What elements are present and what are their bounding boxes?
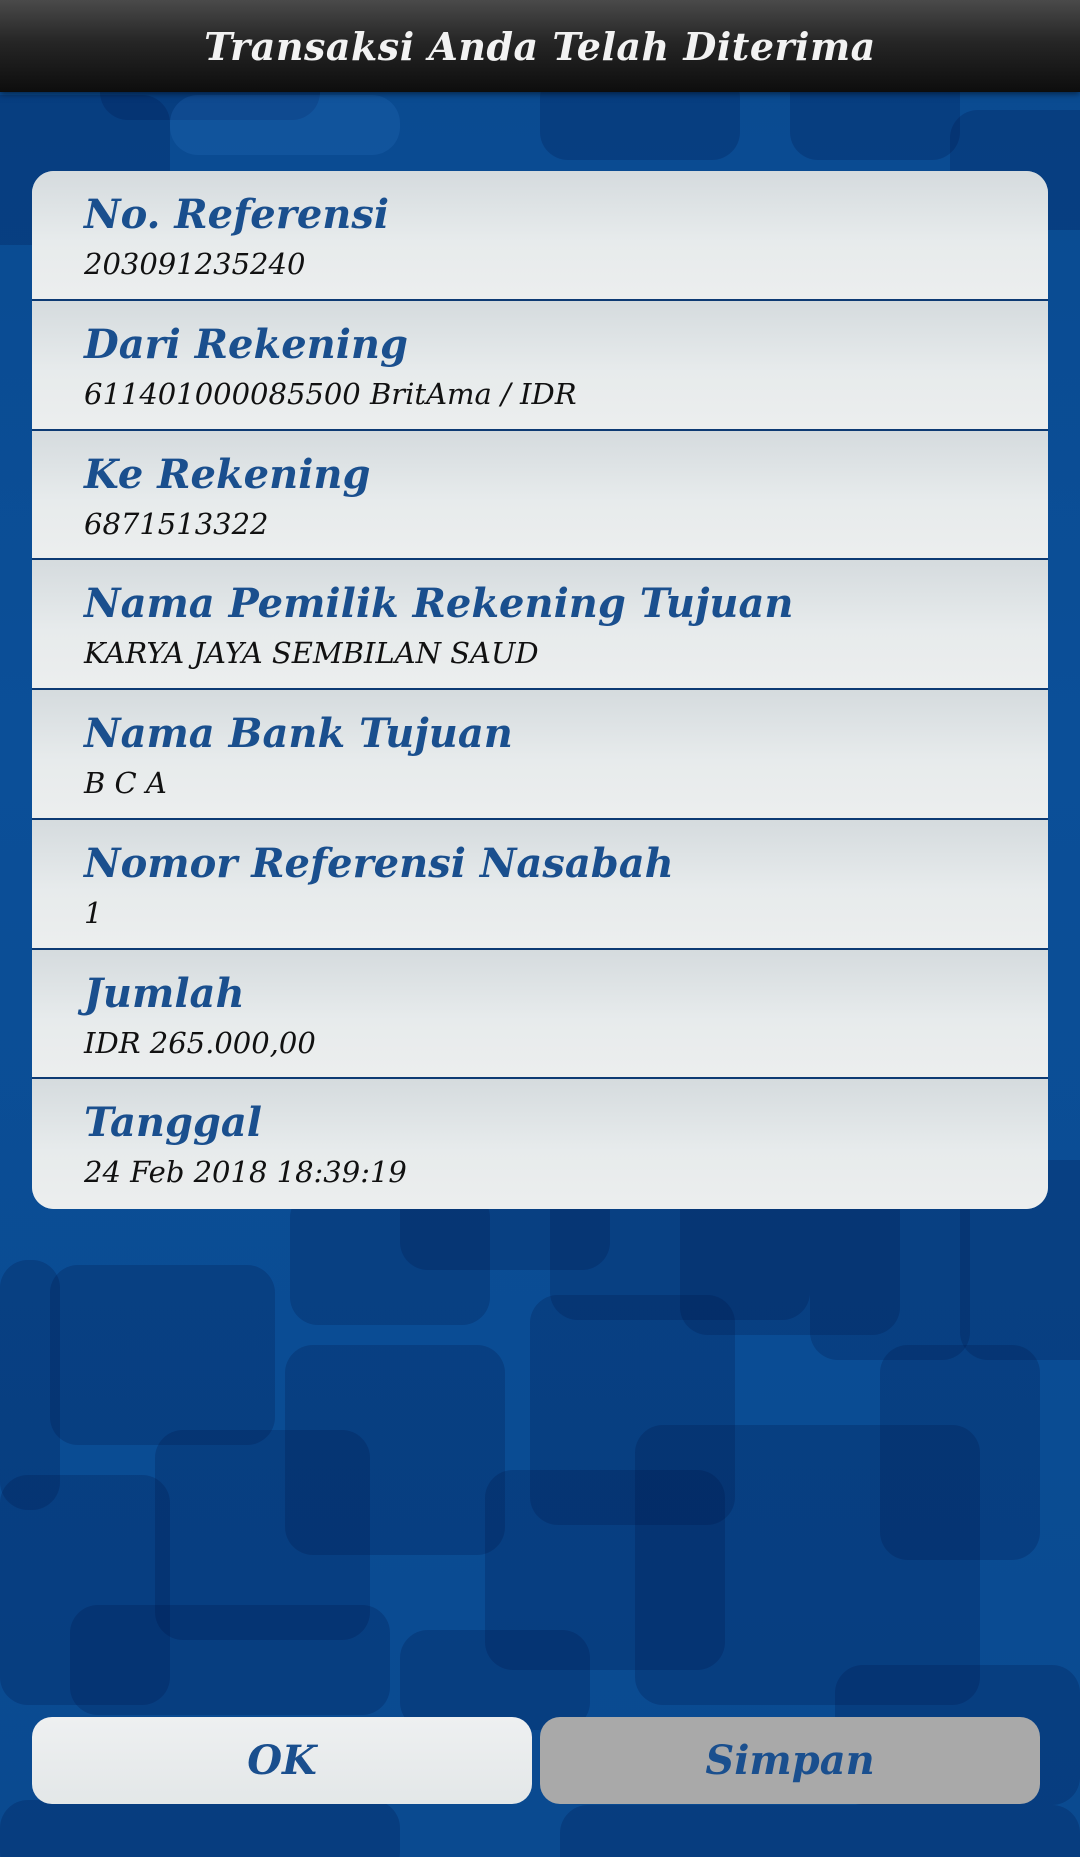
- detail-label: Dari Rekening: [84, 320, 408, 368]
- detail-label: Ke Rekening: [84, 450, 371, 498]
- save-button-label: Simpan: [705, 1737, 875, 1784]
- detail-row-date: Tanggal 24 Feb 2018 18:39:19: [32, 1079, 1048, 1209]
- detail-value: IDR 265.000,00: [84, 1025, 316, 1060]
- detail-label: Nomor Referensi Nasabah: [84, 839, 674, 887]
- ok-button[interactable]: OK: [32, 1717, 532, 1804]
- detail-value: B C A: [84, 766, 167, 800]
- transaction-details-panel: No. Referensi 203091235240 Dari Rekening…: [32, 171, 1048, 1209]
- detail-row-destination-account: Ke Rekening 6871513322: [32, 430, 1048, 561]
- detail-value: 6871513322: [84, 506, 269, 541]
- detail-label: Nama Pemilik Rekening Tujuan: [84, 580, 794, 628]
- detail-row-reference-number: No. Referensi 203091235240: [32, 171, 1048, 301]
- save-button[interactable]: Simpan: [540, 1717, 1040, 1804]
- detail-row-destination-bank: Nama Bank Tujuan B C A: [32, 690, 1048, 820]
- ok-button-label: OK: [247, 1737, 317, 1784]
- detail-row-customer-reference: Nomor Referensi Nasabah 1: [32, 819, 1048, 950]
- detail-row-recipient-name: Nama Pemilik Rekening Tujuan KARYA JAYA …: [32, 560, 1048, 690]
- detail-label: Nama Bank Tujuan: [84, 710, 513, 757]
- detail-row-amount: Jumlah IDR 265.000,00: [32, 949, 1048, 1080]
- detail-label: Jumlah: [84, 969, 245, 1017]
- title-bar: Transaksi Anda Telah Diterima: [0, 0, 1080, 92]
- detail-label: No. Referensi: [84, 191, 390, 238]
- detail-value: 203091235240: [84, 247, 306, 281]
- page-title: Transaksi Anda Telah Diterima: [204, 23, 876, 69]
- detail-value: KARYA JAYA SEMBILAN SAUD: [84, 636, 539, 671]
- detail-label: Tanggal: [84, 1099, 262, 1147]
- detail-value: 24 Feb 2018 18:39:19: [84, 1155, 407, 1190]
- detail-value: 1: [84, 895, 103, 930]
- detail-value: 611401000085500 BritAma / IDR: [84, 376, 577, 411]
- detail-row-source-account: Dari Rekening 611401000085500 BritAma / …: [32, 300, 1048, 431]
